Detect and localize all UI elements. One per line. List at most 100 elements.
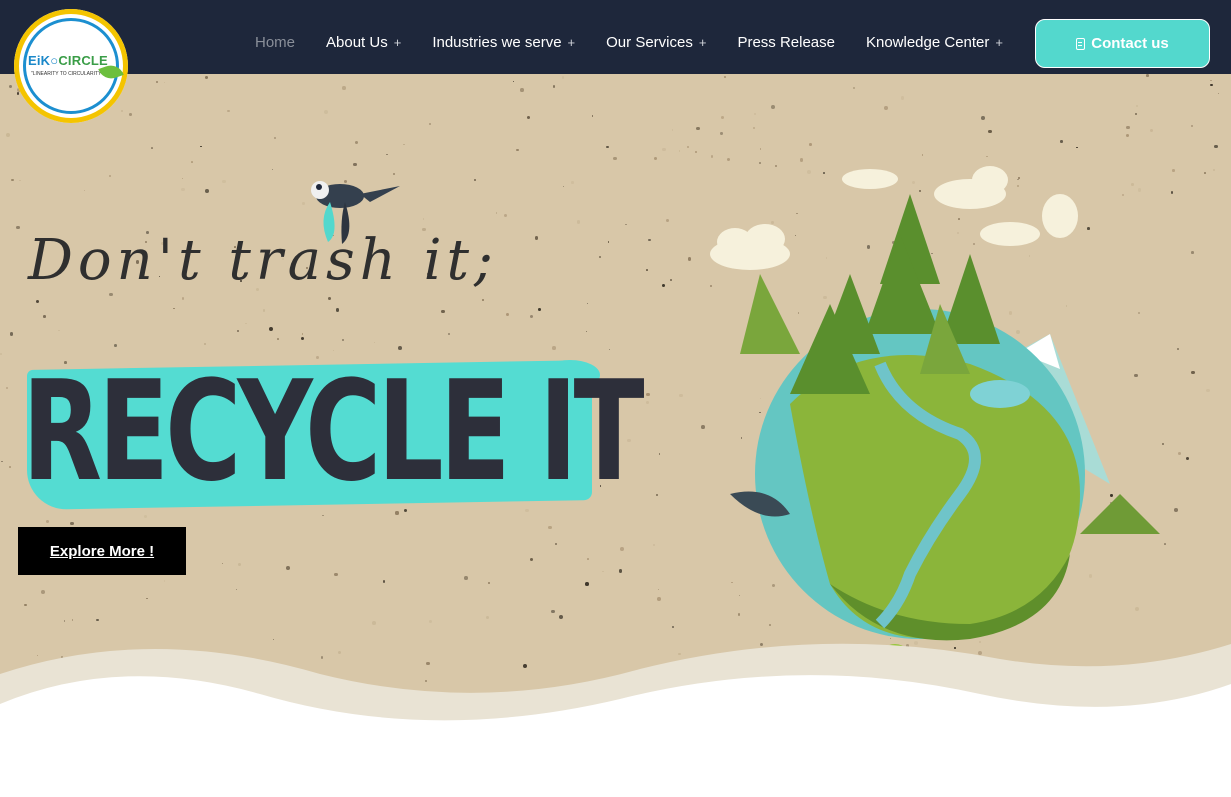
nav-home[interactable]: Home [255,34,295,51]
paper-speck [335,308,340,312]
main-nav: Home About Us + Industries we serve + Our … [255,34,1034,51]
paper-speck [1,460,3,463]
nav-home-label: Home [255,34,296,51]
logo-wordmark: EiK○CIRCLE [28,53,108,68]
paper-speck [403,143,405,146]
paper-speck [753,113,756,115]
lake-shape [970,380,1030,408]
paper-speck [1060,140,1063,143]
paper-speck [43,315,46,318]
paper-speck [221,562,223,564]
bottom-wave [0,643,1231,797]
explore-more-button[interactable]: Explore More ! [18,527,186,575]
paper-speck [1135,105,1139,108]
nav-about-us-label: About Us [326,34,388,51]
paper-speck [269,326,274,331]
nav-our-services[interactable]: Our Services + [606,34,706,51]
explore-more-label: Explore More ! [49,542,155,560]
plus-icon: + [567,35,576,50]
paper-speck [605,145,609,149]
eiko-circle-logo[interactable]: EiK○CIRCLE "LINEARITY TO CIRCULARITY" [14,9,128,123]
paper-speck [520,88,524,92]
logo-name-part1: EiK [28,53,51,68]
paper-speck [45,520,49,524]
paper-speck [163,81,166,84]
paper-speck [155,80,159,84]
contact-us-button[interactable]: Contact us [1035,19,1210,68]
paper-speck [678,150,680,152]
recycle-it-headline: RECYCLE IT [22,350,645,513]
top-header: Home About Us + Industries we serve + Our … [0,0,1231,74]
paper-speck [1191,125,1193,127]
paper-speck [83,189,85,191]
paper-speck [526,115,531,120]
paper-speck [548,526,552,530]
paper-speck [534,236,539,240]
nav-industries-label: Industries we serve [432,34,562,51]
paper-speck [571,181,574,184]
nav-press-release-label: Press Release [737,34,835,51]
paper-speck [555,543,557,545]
paper-speck [988,129,992,134]
paper-speck [530,557,534,562]
paper-speck [551,609,555,614]
paper-speck [808,143,812,147]
paper-speck [607,241,610,243]
plus-icon: + [698,35,707,50]
paper-speck [203,343,206,346]
paper-speck [226,109,230,113]
plus-icon: + [393,35,402,50]
paper-speck [1145,74,1149,77]
paper-speck [398,345,402,350]
paper-speck [613,156,617,161]
paper-speck [553,85,556,88]
paper-speck [516,148,519,152]
nav-knowledge-center[interactable]: Knowledge Center + [866,34,1003,51]
paper-speck [585,331,587,333]
paper-speck [428,123,431,126]
paper-speck [237,562,241,566]
paper-speck [324,109,329,114]
paper-speck [9,332,14,337]
paper-speck [204,75,209,80]
paper-speck [328,296,332,300]
paper-speck [1125,133,1129,137]
paper-speck [1206,389,1210,393]
paper-speck [341,339,344,342]
paper-speck [853,87,856,90]
paper-speck [620,546,624,551]
paper-speck [770,105,775,110]
paper-speck [354,140,359,145]
nav-press-release[interactable]: Press Release [737,34,835,51]
paper-speck [576,220,581,224]
paper-speck [182,297,185,300]
contact-us-label: Contact us [1091,35,1169,52]
paper-speck [58,329,60,331]
paper-speck [109,175,112,178]
paper-speck [440,309,445,314]
paper-speck [146,597,148,600]
paper-speck [271,168,273,171]
paper-speck [301,333,304,335]
plus-icon: + [995,35,1003,50]
paper-speck [8,466,11,468]
paper-speck [512,81,514,83]
paper-speck [602,570,604,572]
nav-about-us[interactable]: About Us + [326,34,401,51]
paper-speck [504,213,508,217]
paper-speck [236,589,238,591]
paper-speck [473,178,477,181]
paper-speck [598,256,601,258]
nav-industries[interactable]: Industries we serve + [432,34,575,51]
paper-speck [561,76,565,79]
paper-speck [109,292,114,297]
paper-speck [587,302,589,304]
paper-speck [151,146,154,149]
logo-name-part2: CIRCLE [58,53,108,68]
paper-speck [505,313,509,317]
paper-speck [382,580,385,583]
nav-our-services-label: Our Services [606,34,693,51]
paper-speck [16,226,20,230]
paper-speck [11,178,14,182]
paper-speck [0,353,2,356]
